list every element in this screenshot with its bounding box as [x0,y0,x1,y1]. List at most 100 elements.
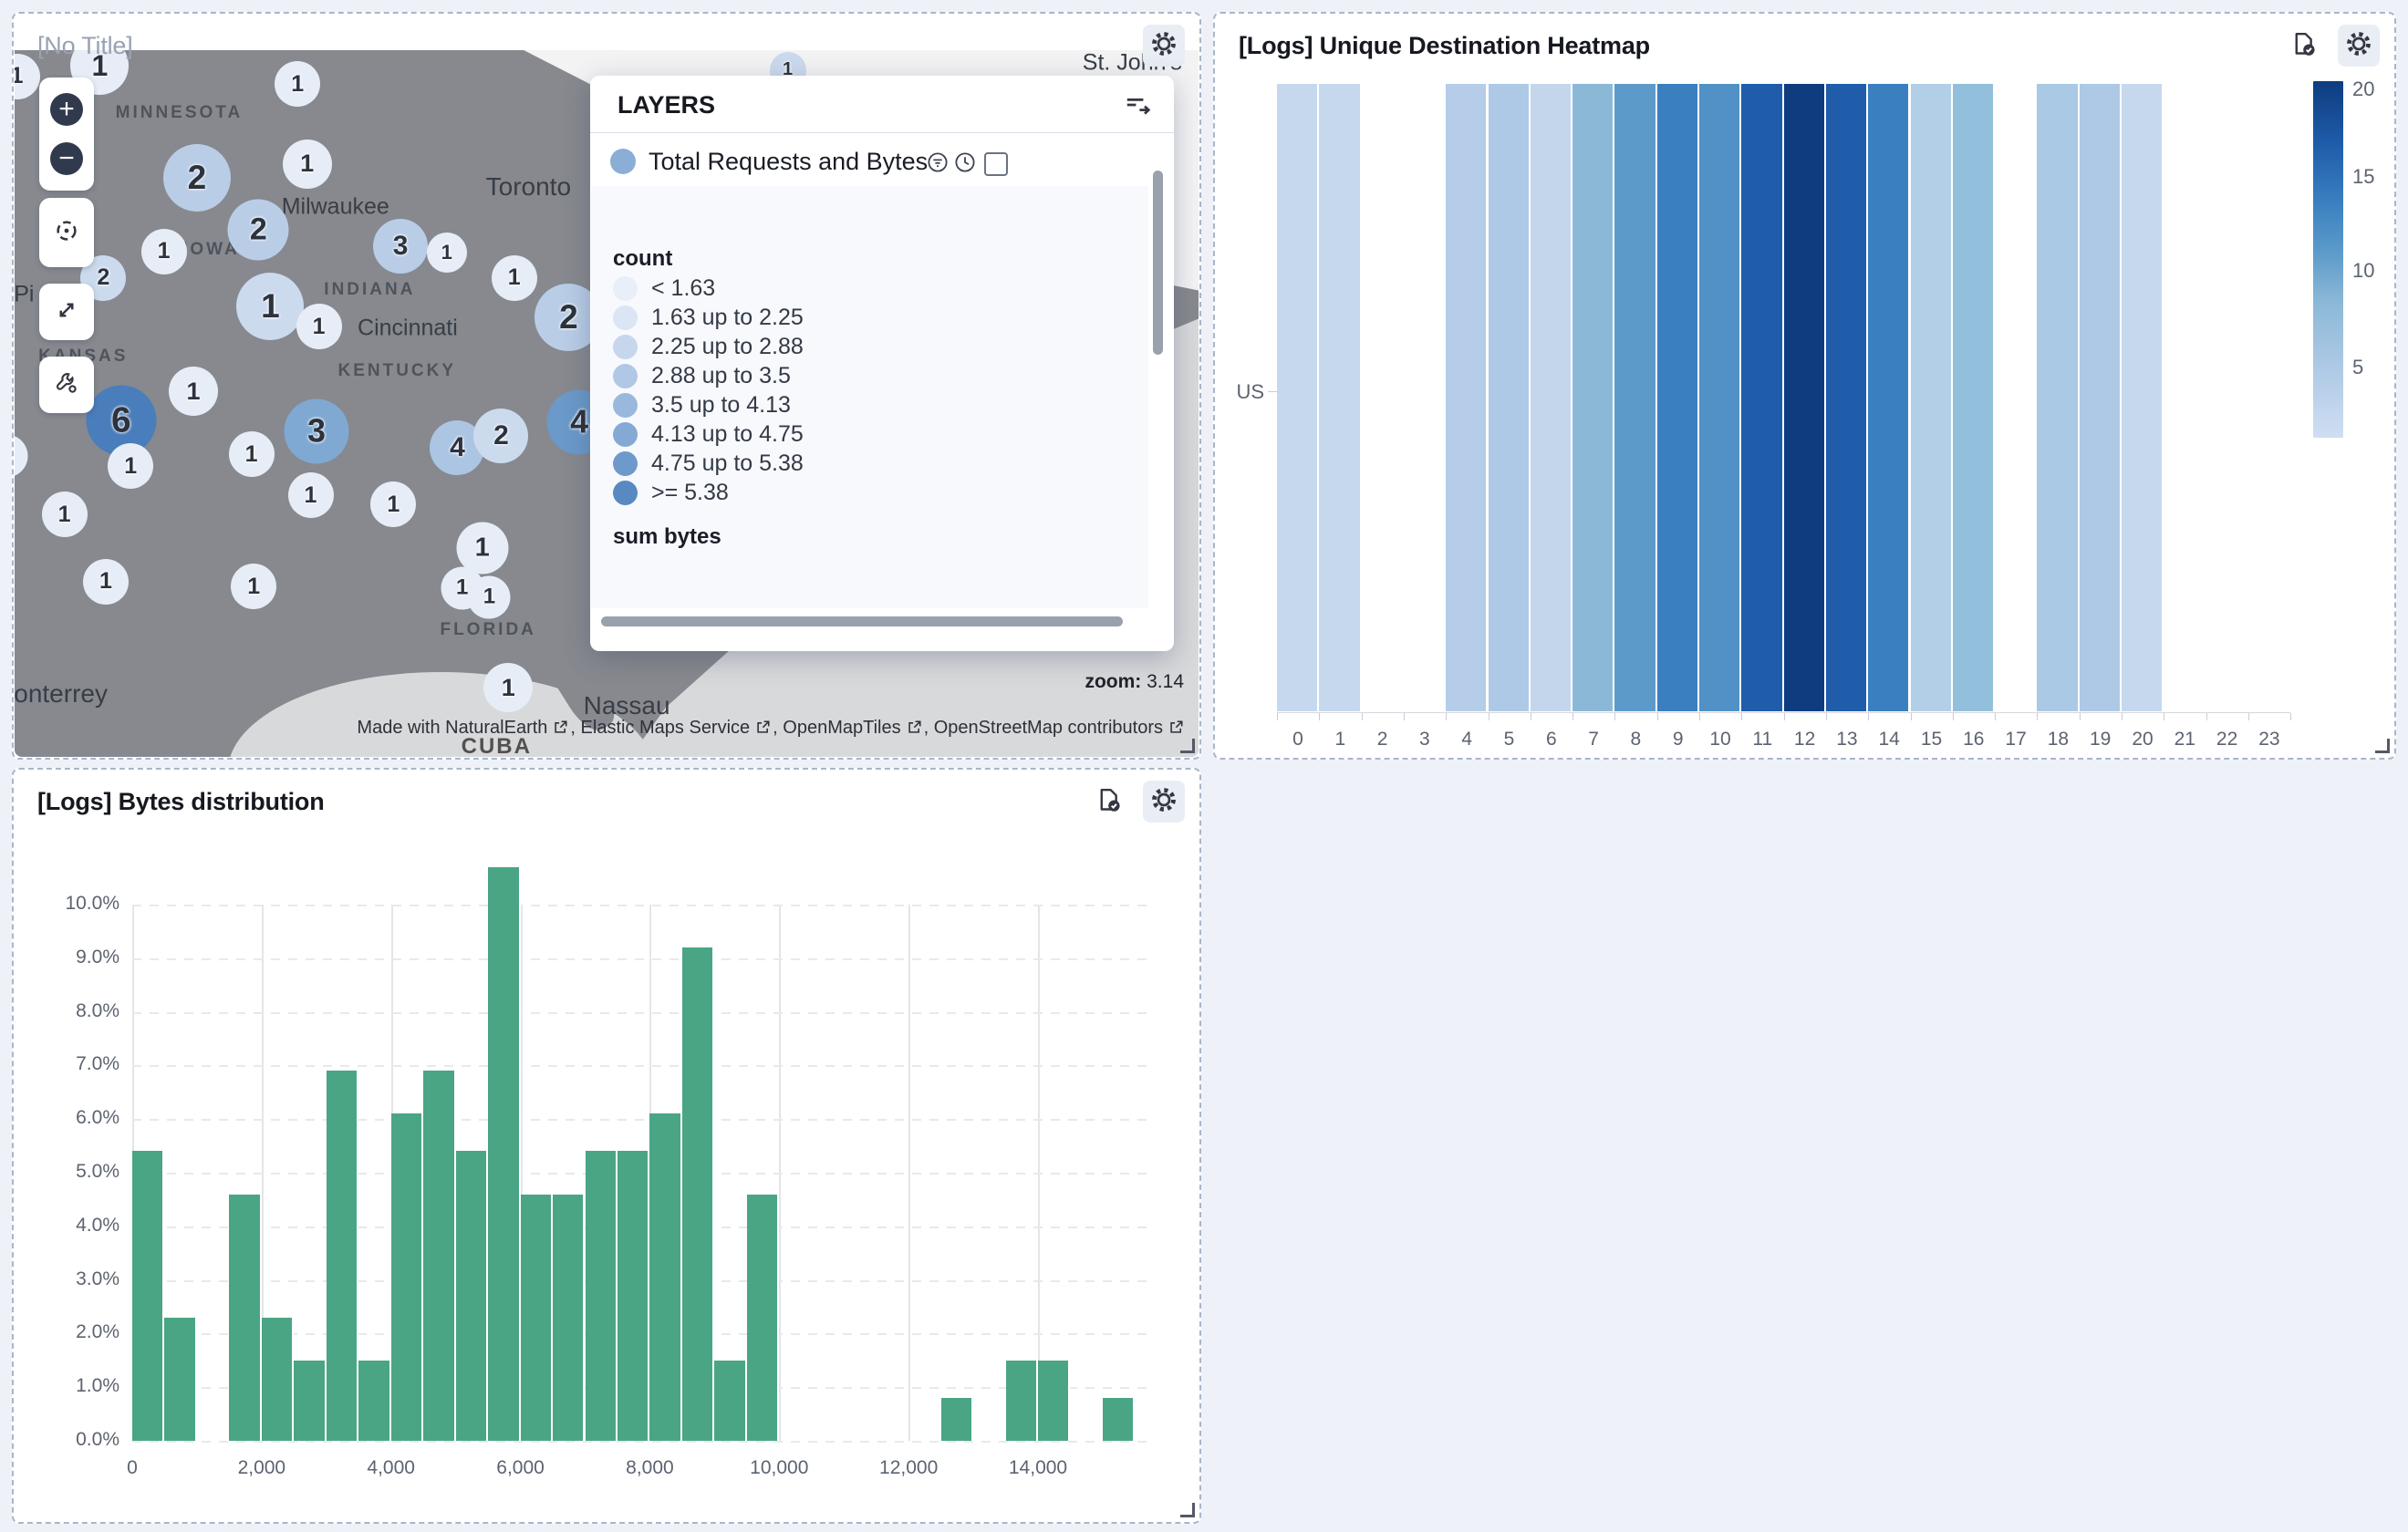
cluster-marker[interactable]: 1 [141,229,187,274]
heatmap-cell[interactable] [2037,84,2079,711]
set-view-button[interactable] [39,198,94,267]
cluster-marker[interactable]: 1 [492,255,537,301]
cluster-marker[interactable]: 1 [169,367,218,416]
zoom-out-button[interactable]: − [50,142,83,175]
cluster-marker[interactable]: 1 [42,492,88,537]
heatmap-cell[interactable] [2122,84,2164,711]
cluster-marker[interactable]: 1 [236,273,304,340]
histogram-bar[interactable] [229,1195,261,1441]
heatmap-cell[interactable] [1404,84,1446,711]
cluster-marker[interactable]: 2 [228,199,289,260]
histogram-bar[interactable] [132,1151,164,1441]
heatmap-cell[interactable] [1741,84,1783,711]
histogram-x-tick-label: 12,000 [854,1457,963,1479]
attribution-link[interactable]: Elastic Maps Service [581,718,751,738]
heatmap-library-button[interactable] [2283,25,2325,67]
heatmap-cell[interactable] [1531,84,1572,711]
heatmap-cell[interactable] [2206,84,2248,711]
histogram-bar[interactable] [1038,1361,1070,1441]
cluster-marker[interactable]: 1 [15,54,40,99]
histogram-bar[interactable] [553,1195,585,1441]
histogram-bar[interactable] [262,1318,294,1441]
cluster-marker[interactable]: 1 [275,61,320,107]
cluster-marker[interactable]: 1 [83,559,129,605]
cluster-marker[interactable]: 1 [231,564,276,609]
histogram-bar[interactable] [941,1398,973,1441]
heatmap-cell[interactable] [1489,84,1531,711]
collapse-layers-icon[interactable] [1123,90,1152,119]
cluster-marker[interactable]: 1 [370,481,416,527]
histogram-bar[interactable] [714,1361,746,1441]
histogram-bar[interactable] [488,867,520,1441]
histogram-bar[interactable] [682,947,714,1441]
popup-vertical-scrollbar[interactable] [1153,171,1163,355]
heatmap-cell[interactable] [1362,84,1404,711]
heatmap-cell[interactable] [1572,84,1614,711]
heatmap-cell[interactable] [1784,84,1826,711]
fit-to-data-button[interactable] [39,284,94,340]
layer-filter-icon[interactable] [926,150,950,174]
heatmap-settings-button[interactable] [2338,25,2380,67]
layer-time-icon[interactable] [953,150,977,174]
heatmap-cell[interactable] [1614,84,1656,711]
histogram-bar[interactable] [1103,1398,1135,1441]
heatmap-cell[interactable] [1868,84,1910,711]
bytes-library-button[interactable] [1088,781,1130,823]
histogram-bar[interactable] [1006,1361,1038,1441]
cluster-marker[interactable]: 1 [483,663,533,712]
heatmap-cell[interactable] [1953,84,1995,711]
map-tools-button[interactable] [39,357,94,413]
heatmap-cell[interactable] [1826,84,1868,711]
heatmap-x-tick-label: 16 [1953,729,1995,750]
cluster-marker[interactable]: 1 [108,443,153,489]
layer-row[interactable]: Total Requests and Bytes [590,140,1174,185]
histogram-bar[interactable] [456,1151,488,1441]
panel-resize-handle[interactable] [1180,1503,1195,1517]
gridline-horizontal [132,1119,1154,1121]
panel-resize-handle[interactable] [2375,739,2390,753]
attribution-link[interactable]: OpenMapTiles [783,718,900,738]
histogram-bar[interactable] [391,1113,423,1441]
histogram-bar[interactable] [294,1361,326,1441]
histogram-bar[interactable] [747,1195,779,1441]
attribution-link[interactable]: NaturalEarth [445,718,547,738]
heatmap-cell[interactable] [1319,84,1361,711]
heatmap-cell[interactable] [2164,84,2206,711]
histogram-bar[interactable] [649,1113,681,1441]
cluster-marker[interactable]: 3 [284,399,348,463]
heatmap-tick [1953,713,1954,720]
panel-resize-handle[interactable] [1180,739,1195,753]
histogram-bar[interactable] [423,1071,455,1441]
histogram-bar[interactable] [327,1071,358,1441]
heatmap-cell[interactable] [1911,84,1953,711]
cluster-marker[interactable]: 1 [296,304,342,349]
cluster-marker[interactable]: 1 [427,233,467,273]
heatmap-cell[interactable] [1699,84,1741,711]
heatmap-cell[interactable] [1446,84,1488,711]
heatmap-cell[interactable] [2080,84,2122,711]
map-panel-settings-button[interactable] [1143,25,1185,67]
cluster-marker[interactable]: 2 [163,144,231,212]
histogram-bar[interactable] [164,1318,196,1441]
layer-visibility-checkbox[interactable] [984,152,1008,176]
heatmap-cell[interactable] [2248,84,2290,711]
size-legend-title: sum bytes [613,524,721,550]
cluster-marker[interactable]: 1 [288,472,334,518]
cluster-marker[interactable]: 1 [229,431,275,477]
attribution-link[interactable]: OpenStreetMap contributors [934,718,1163,738]
bytes-settings-button[interactable] [1143,781,1185,823]
heatmap-cell[interactable] [1277,84,1319,711]
histogram-bar[interactable] [521,1195,553,1441]
popup-horizontal-scrollbar[interactable] [601,616,1123,626]
cluster-marker[interactable]: 3 [373,219,428,274]
heatmap-cell[interactable] [1995,84,2037,711]
zoom-in-button[interactable]: + [50,93,83,126]
heatmap-cell[interactable] [1657,84,1699,711]
cluster-marker[interactable]: 1 [283,140,332,189]
histogram-bar[interactable] [586,1151,618,1441]
cluster-marker[interactable]: 1 [468,575,511,618]
histogram-bar[interactable] [358,1361,390,1441]
cluster-marker[interactable]: 2 [473,409,528,463]
histogram-bar[interactable] [618,1151,649,1441]
cluster-marker[interactable]: 1 [15,434,27,477]
